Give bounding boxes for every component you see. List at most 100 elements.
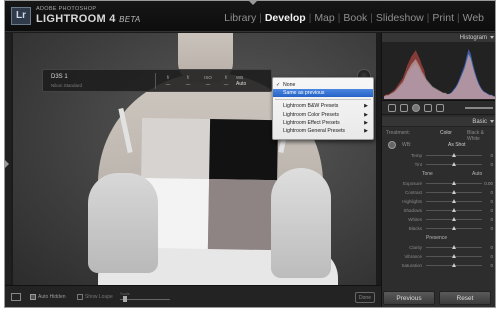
slider-value[interactable]: 0 (490, 208, 493, 213)
menu-item[interactable]: Lightroom Effect Presets ▶ (273, 119, 373, 127)
menu-item[interactable]: ✓ None (273, 81, 373, 89)
slider-row: Shadows 0 (382, 206, 495, 215)
tone-auto-button[interactable]: Auto (472, 171, 482, 177)
scale-slider-thumb[interactable] (123, 296, 127, 302)
slider-value[interactable]: 0 (490, 226, 493, 231)
slider-track[interactable] (426, 181, 482, 185)
treatment-row: Treatment: Color Black & White (382, 127, 495, 142)
slider-value[interactable]: 0 (490, 162, 493, 167)
graduated-filter-icon[interactable] (424, 104, 432, 112)
eyedropper-icon[interactable] (388, 141, 396, 149)
module-develop[interactable]: Develop (262, 12, 309, 24)
scale-slider-track[interactable] (120, 299, 170, 300)
wb-select[interactable]: As Shot (448, 142, 466, 148)
module-web[interactable]: Web (460, 12, 487, 24)
module-map[interactable]: Map (311, 12, 337, 24)
slider-value[interactable]: 0 (490, 217, 493, 222)
slider-value[interactable]: 0 (490, 254, 493, 259)
brand-beta: BETA (119, 15, 141, 24)
menu-item[interactable]: Lightroom General Presets ▶ (273, 127, 373, 135)
treatment-color-option[interactable]: Color (440, 130, 452, 136)
slider-label: Highlights (402, 199, 422, 204)
slider-track[interactable] (426, 245, 482, 249)
auto-hide-label: Auto Hidden (38, 294, 66, 300)
slider-label: Shadows (403, 208, 422, 213)
done-button[interactable]: Done (355, 292, 375, 303)
slider-thumb[interactable] (451, 162, 456, 166)
slider-thumb[interactable] (451, 254, 456, 258)
module-library[interactable]: Library (221, 12, 259, 24)
slider-track[interactable] (426, 190, 482, 194)
left-panel-toggle-icon[interactable] (5, 160, 9, 168)
slider-track[interactable] (426, 226, 482, 230)
slider-track[interactable] (426, 263, 482, 267)
slider-thumb[interactable] (451, 245, 456, 249)
slider-row: Contrast 0 (382, 188, 495, 197)
slider-row: Blacks 0 (382, 224, 495, 233)
tool-amount-slider[interactable] (465, 107, 493, 109)
slider-track[interactable] (426, 199, 482, 203)
previous-button[interactable]: Previous (383, 291, 435, 305)
slider-track[interactable] (426, 153, 482, 157)
hud-camera-name: D3S 1 (51, 74, 68, 80)
basic-title: Basic (472, 119, 487, 125)
hud-setting-label: f/ (224, 75, 228, 80)
histogram-header[interactable]: Histogram (382, 33, 495, 43)
preset-popup-menu: ✓ None Same as previous Lightroom B&W Prese… (272, 77, 374, 140)
top-panel-toggle-icon[interactable] (249, 1, 257, 5)
hud-setting-value: — (185, 82, 191, 87)
spot-removal-icon[interactable] (400, 104, 408, 112)
tone-header: Tone Auto (382, 169, 495, 179)
slider-value[interactable]: 0 (490, 199, 493, 204)
hud-white-balance[interactable]: WB Auto (236, 74, 246, 88)
auto-hide-checkbox[interactable] (30, 294, 36, 300)
basic-panel-header[interactable]: Basic (382, 117, 495, 127)
slider-row: Highlights 0 (382, 197, 495, 206)
brand-title: LIGHTROOM 4 BETA (36, 13, 141, 25)
slider-thumb[interactable] (451, 153, 456, 157)
slider-thumb[interactable] (451, 217, 456, 221)
module-slideshow[interactable]: Slideshow (373, 12, 427, 24)
slider-track[interactable] (426, 254, 482, 258)
slider-value[interactable]: 0 (490, 245, 493, 250)
histogram-graph (384, 49, 495, 99)
slider-value[interactable]: 0 (490, 153, 493, 158)
slider-value[interactable]: 0 (490, 190, 493, 195)
hud-setting-label: ISO (204, 75, 212, 80)
slider-thumb[interactable] (451, 181, 456, 185)
slider-thumb[interactable] (451, 199, 456, 203)
menu-item[interactable]: Same as previous (273, 89, 373, 98)
hud-setting-value: — (223, 82, 229, 87)
slider-label: Tint (414, 162, 422, 167)
slider-track[interactable] (426, 217, 482, 221)
slider-thumb[interactable] (451, 190, 456, 194)
slider-thumb[interactable] (451, 226, 456, 230)
right-panel: Histogram Basic Treatment: Color Black &… (381, 33, 495, 307)
collapse-triangle-icon (490, 120, 494, 123)
slider-thumb[interactable] (451, 208, 456, 212)
show-loupe-checkbox[interactable] (77, 294, 83, 300)
slider-row: Temp 0 (382, 151, 495, 160)
slider-value[interactable]: 0.00 (484, 181, 493, 186)
slider-value[interactable]: 0 (490, 263, 493, 268)
reset-button[interactable]: Reset (439, 291, 491, 305)
slider-track[interactable] (426, 208, 482, 212)
slider-thumb[interactable] (451, 263, 456, 267)
gray-card-mid-patch (207, 179, 278, 251)
view-mode-icon[interactable] (11, 293, 21, 301)
gray-card-light-patch (141, 117, 211, 180)
hud-setting: ISO — (199, 74, 217, 88)
menu-item[interactable]: Lightroom B&W Presets ▶ (273, 102, 373, 110)
collapse-triangle-icon (490, 36, 494, 39)
presence-header: Presence (382, 233, 495, 243)
red-eye-icon[interactable] (412, 104, 420, 112)
crop-tool-icon[interactable] (388, 104, 396, 112)
slider-row: Exposure 0.00 (382, 179, 495, 188)
hud-setting: f/ — (179, 74, 197, 88)
slider-track[interactable] (426, 162, 482, 166)
adjustment-brush-icon[interactable] (436, 104, 444, 112)
module-book[interactable]: Book (340, 12, 370, 24)
menu-item[interactable]: Lightroom Color Presets ▶ (273, 111, 373, 119)
module-print[interactable]: Print (429, 12, 457, 24)
slider-row: Whites 0 (382, 215, 495, 224)
